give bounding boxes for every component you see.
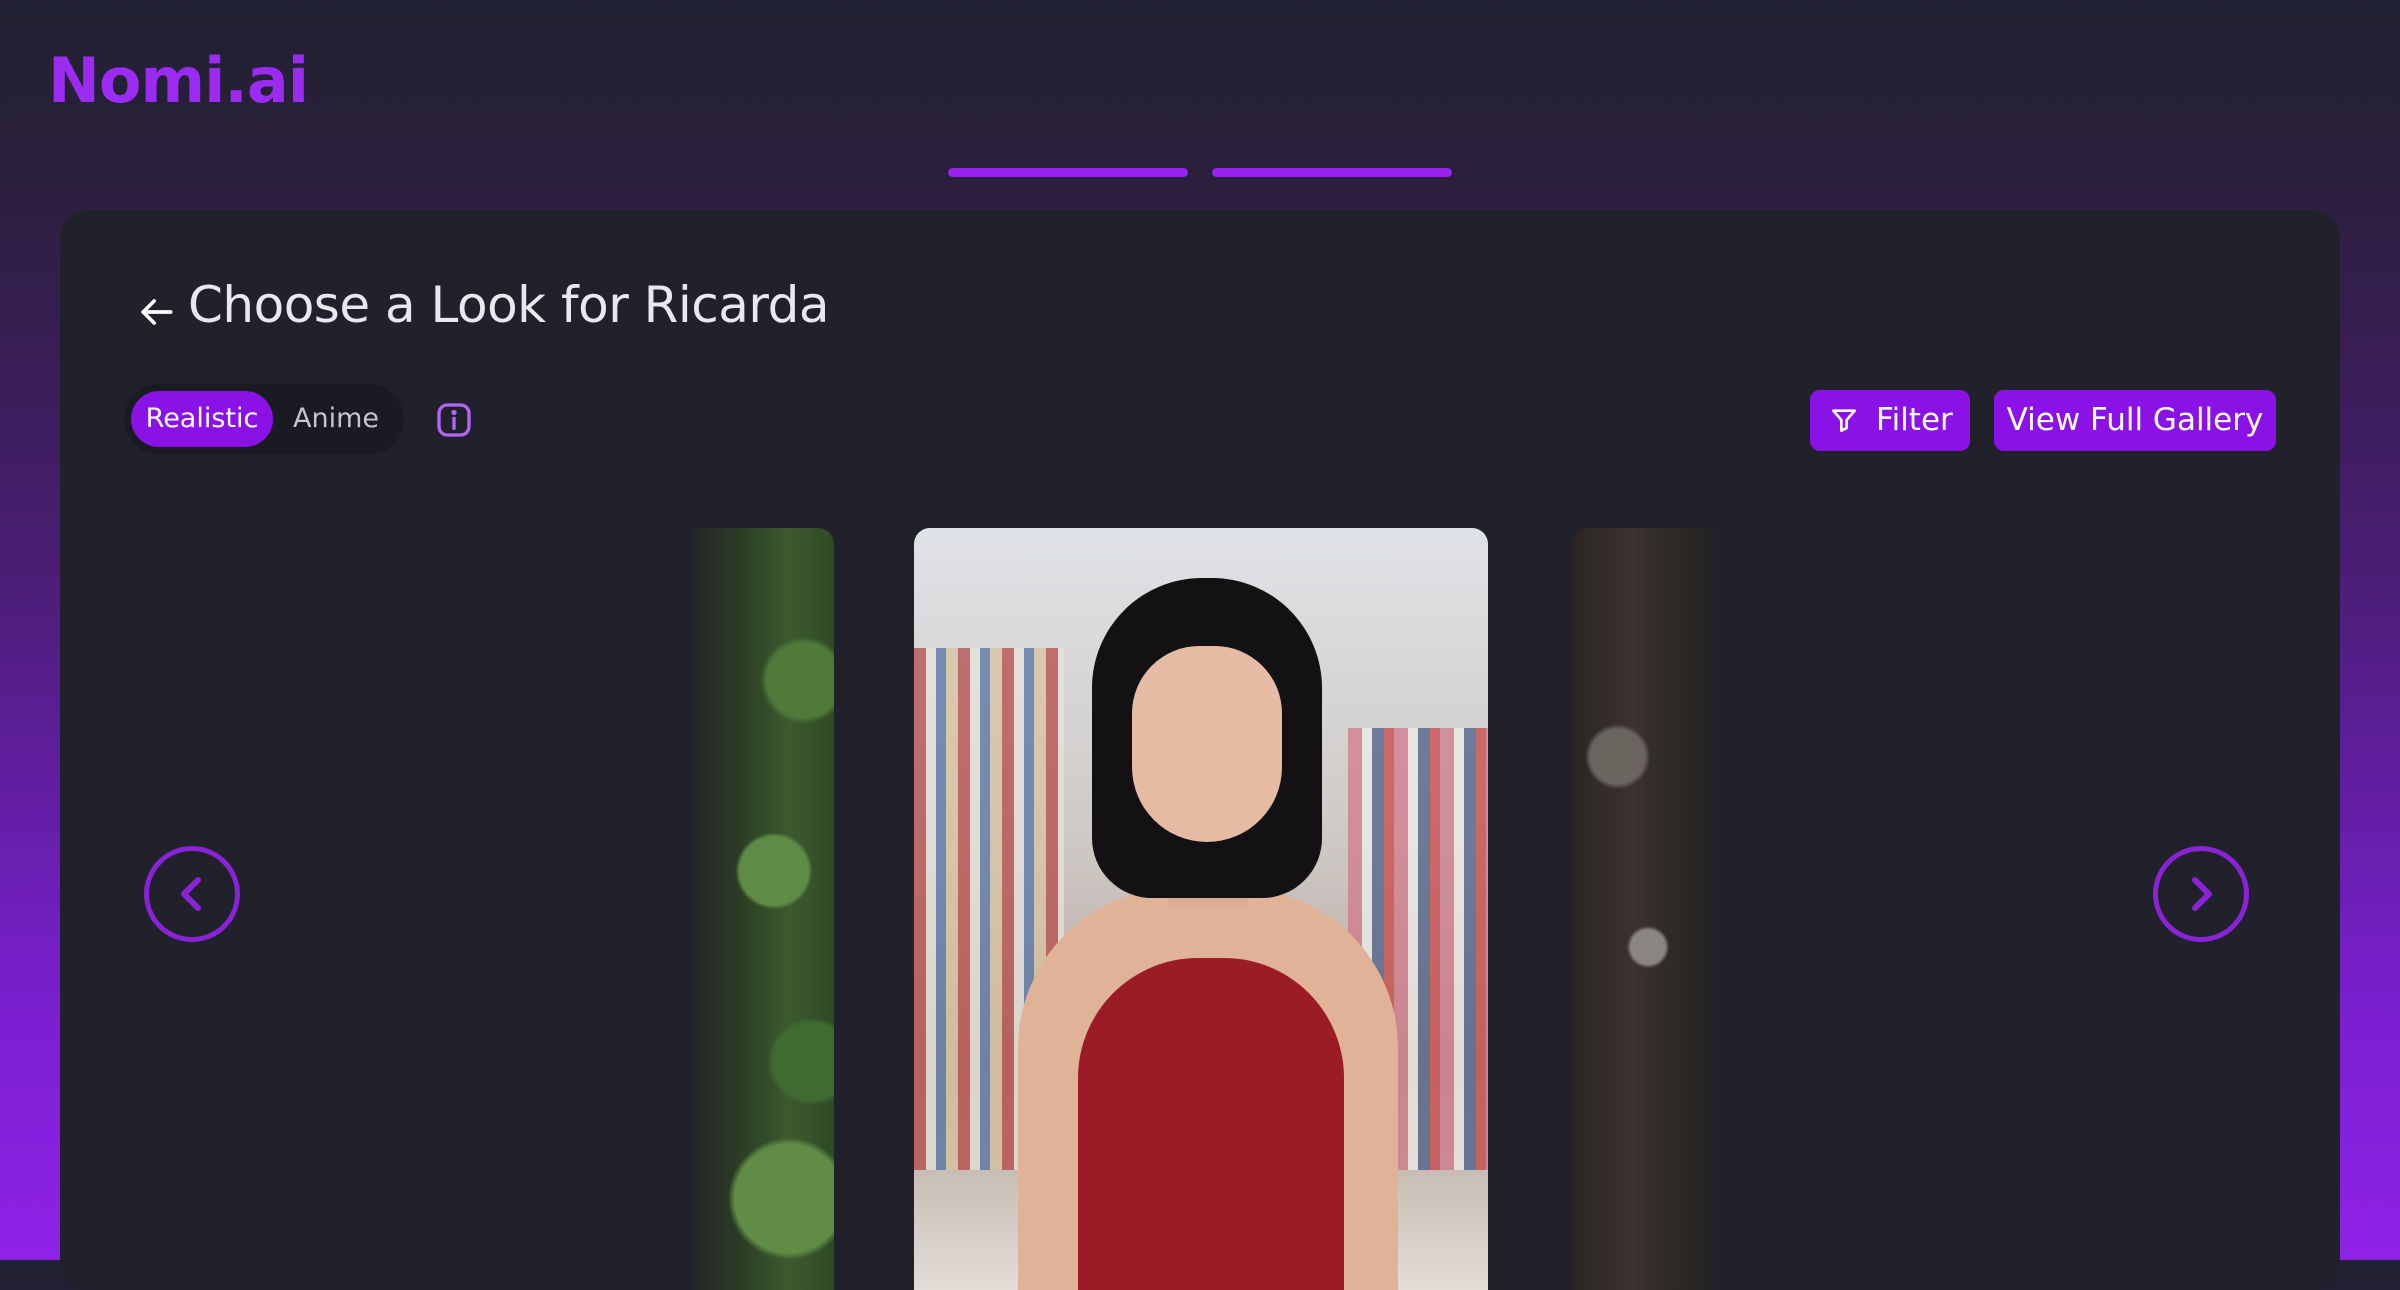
carousel-image-current[interactable] xyxy=(914,528,1488,1290)
view-full-gallery-button[interactable]: View Full Gallery xyxy=(1994,390,2276,451)
toggle-option-anime[interactable]: Anime xyxy=(278,391,394,447)
filter-button-label: Filter xyxy=(1876,402,1953,438)
carousel-prev-button[interactable] xyxy=(144,846,240,942)
info-icon[interactable] xyxy=(434,400,474,440)
chevron-right-icon xyxy=(2192,877,2212,911)
chevron-left-icon xyxy=(181,877,201,911)
filter-button[interactable]: Filter xyxy=(1810,390,1970,451)
carousel-next-button[interactable] xyxy=(2153,846,2249,942)
style-toggle: Realistic Anime xyxy=(124,384,404,454)
funnel-icon xyxy=(1832,409,1856,432)
photo-person-face xyxy=(1132,646,1282,842)
arrow-left-icon[interactable] xyxy=(134,290,178,334)
main-card: Choose a Look for Ricarda Realistic Anim… xyxy=(60,210,2340,1290)
carousel-image-next[interactable] xyxy=(1572,528,1724,1290)
toggle-option-realistic[interactable]: Realistic xyxy=(131,391,273,447)
photo-person-red-top xyxy=(1078,958,1344,1290)
app-logo[interactable]: Nomi.ai xyxy=(48,44,309,117)
progress-step-2 xyxy=(1212,168,1452,177)
page-title: Choose a Look for Ricarda xyxy=(188,276,830,334)
carousel-image-previous[interactable] xyxy=(684,528,834,1290)
progress-step-1 xyxy=(948,168,1188,177)
